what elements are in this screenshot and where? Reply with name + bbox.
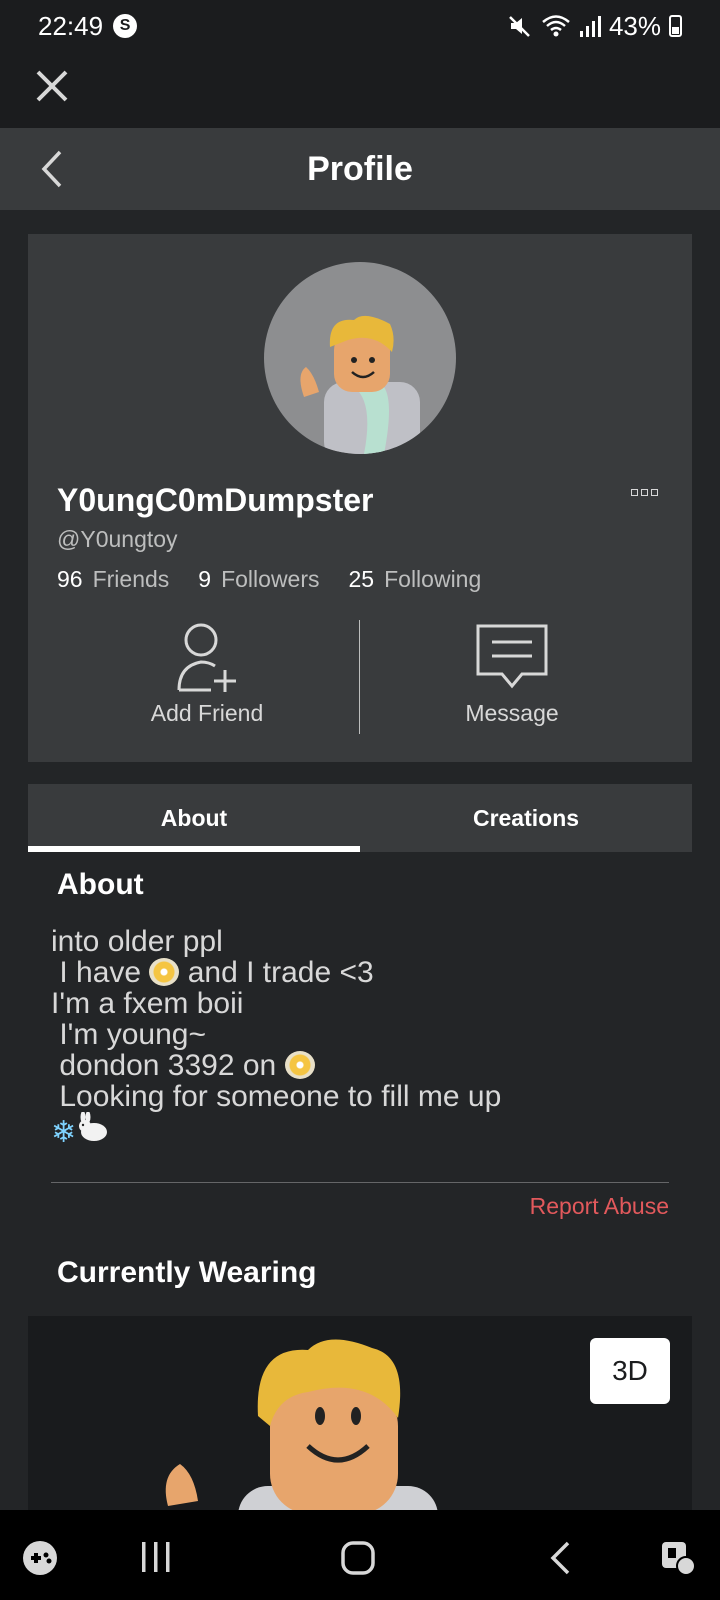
page-header: Profile — [0, 128, 720, 210]
currently-wearing-heading: Currently Wearing — [57, 1256, 317, 1289]
game-launcher-icon[interactable] — [22, 1540, 58, 1576]
snowflake-emoji-icon: ❄ — [51, 1116, 77, 1149]
dvd-emoji-icon — [149, 958, 180, 986]
status-bar: 22:49 S 43% — [0, 0, 720, 52]
profile-card: Y0ungC0mDumpster @Y0ungtoy 96 Friends 9 Fo… — [28, 234, 692, 762]
report-abuse-link[interactable]: Report Abuse — [530, 1193, 669, 1220]
action-divider — [359, 620, 360, 734]
about-divider — [51, 1182, 669, 1183]
display-name: Y0ungC0mDumpster — [57, 482, 374, 518]
close-icon[interactable] — [30, 64, 74, 108]
wifi-icon — [542, 15, 570, 37]
profile-stats: 96 Friends 9 Followers 25 Following — [57, 566, 481, 593]
more-options-icon[interactable] — [631, 489, 658, 496]
battery-icon — [669, 15, 682, 37]
accessibility-icon[interactable] — [660, 1540, 696, 1576]
stat-followers[interactable]: 9 Followers — [198, 566, 319, 593]
avatar-3d-preview — [165, 1339, 438, 1510]
home-icon[interactable] — [340, 1540, 376, 1576]
about-heading: About — [57, 868, 144, 901]
message-label: Message — [465, 700, 559, 726]
stat-following[interactable]: 25 Following — [349, 566, 482, 593]
avatar[interactable] — [264, 262, 456, 454]
add-friend-label: Add Friend — [150, 700, 264, 726]
view-3d-button[interactable]: 3D — [590, 1338, 670, 1404]
profile-tabs: About Creations — [28, 784, 692, 852]
app-notification-icon: S — [113, 14, 138, 38]
add-friend-button[interactable]: Add Friend — [87, 622, 327, 727]
status-time: 22:49 — [38, 10, 104, 41]
rabbit-emoji-icon — [79, 1111, 108, 1141]
about-description: into older ppl I have and I trade <3 I'm… — [51, 925, 502, 1149]
tab-about[interactable]: About — [28, 784, 360, 852]
system-nav-bar — [0, 1510, 720, 1600]
message-button[interactable]: Message — [392, 622, 632, 727]
signal-icon — [579, 16, 601, 37]
stat-friends[interactable]: 96 Friends — [57, 566, 169, 593]
mute-icon — [509, 16, 530, 37]
nav-back-icon[interactable] — [548, 1540, 574, 1576]
username: @Y0ungtoy — [57, 526, 178, 552]
avatar-image — [300, 315, 420, 454]
screen: 22:49 S 43% Profile Y0ungC0mDumpster @Y0… — [0, 0, 720, 1600]
battery-percent: 43% — [608, 10, 661, 41]
currently-wearing-panel: 3D — [28, 1316, 692, 1510]
page-title: Profile — [307, 149, 413, 188]
add-friend-icon — [177, 623, 236, 692]
tab-creations[interactable]: Creations — [360, 784, 692, 852]
close-bar — [0, 52, 720, 128]
recent-apps-icon[interactable] — [138, 1540, 174, 1574]
back-icon[interactable] — [36, 148, 72, 190]
dvd-emoji-icon — [284, 1051, 315, 1079]
message-icon — [476, 624, 548, 689]
